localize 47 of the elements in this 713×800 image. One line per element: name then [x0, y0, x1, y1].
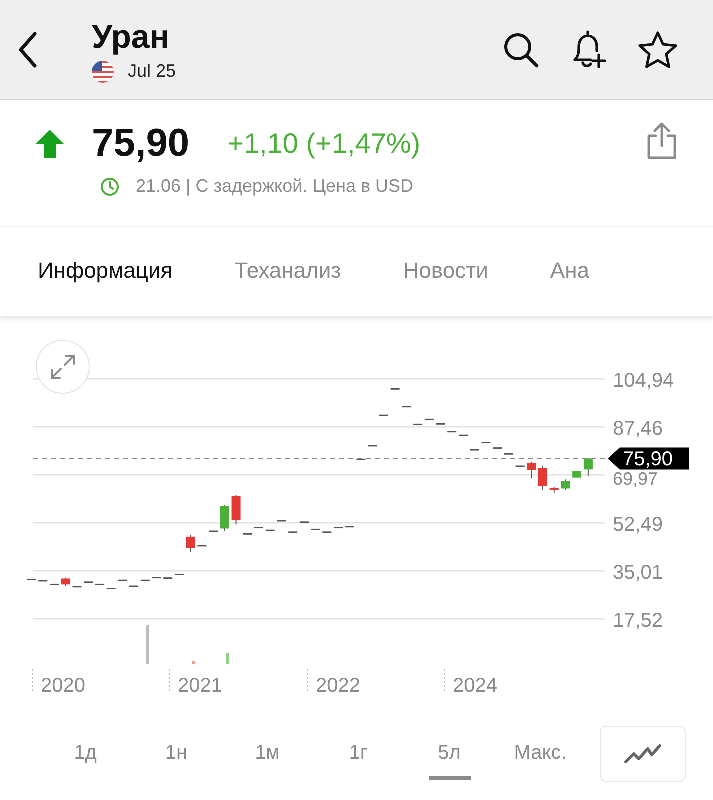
tab[interactable]: Новости [403, 227, 488, 315]
axis-label: 17,52 [613, 610, 664, 632]
tab[interactable]: Ана [550, 227, 590, 315]
line-chart-icon [624, 742, 662, 764]
candlestick [538, 468, 548, 486]
page-title: Уран [92, 16, 171, 56]
candlestick [232, 496, 241, 521]
period-tab[interactable]: Макс. [495, 726, 586, 782]
axis-label: 87,46 [613, 418, 664, 440]
candlestick [220, 506, 230, 529]
candle-wick [190, 534, 192, 553]
candlestick [198, 545, 207, 547]
price-change: +1,10 (+1,47%) [228, 128, 421, 160]
price-label: 75,90 [608, 448, 689, 471]
flag-icon [92, 60, 114, 82]
period-tab[interactable]: 1д [40, 726, 131, 782]
candlestick [584, 458, 593, 470]
axis-label: 2022 [316, 675, 360, 697]
period-tab[interactable]: 1н [131, 726, 222, 782]
axis-label: 35,01 [613, 562, 664, 584]
chart-type-button[interactable] [600, 726, 686, 782]
axis-label: 2024 [453, 675, 498, 697]
candlestick [379, 414, 388, 416]
delay-note: 21.06 | С задержкой. Цена в USD [136, 176, 414, 197]
axis-label: 2021 [178, 675, 222, 697]
candlestick [390, 388, 400, 390]
clock-icon [100, 176, 120, 196]
candle-wick [531, 461, 532, 480]
price: 75,90 [92, 122, 190, 166]
axis-label: 69,97 [613, 469, 658, 489]
star-icon[interactable] [637, 30, 679, 70]
period-tab[interactable]: 1м [222, 726, 313, 782]
tab[interactable]: Теханализ [234, 227, 342, 315]
share-icon[interactable] [645, 122, 679, 160]
candlestick [402, 406, 412, 408]
expand-icon [49, 353, 77, 381]
period-tab[interactable]: 1г [313, 726, 404, 782]
axis-label: 104,94 [613, 370, 674, 392]
candlestick [368, 445, 378, 447]
axis-label: 52,49 [613, 514, 664, 536]
back-icon[interactable] [16, 30, 40, 70]
axis-label: 2020 [41, 675, 86, 697]
candlestick [209, 530, 218, 532]
candlestick [186, 536, 196, 548]
period-tab[interactable]: 5л [404, 726, 495, 782]
candlestick [356, 458, 366, 460]
subtitle: Jul 25 [128, 61, 176, 82]
